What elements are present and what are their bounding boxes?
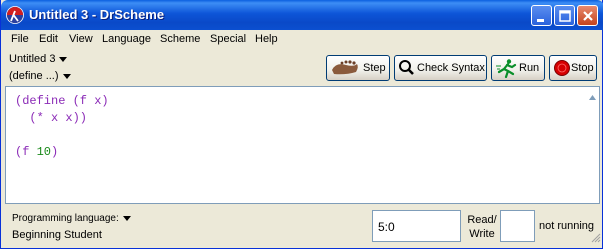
status-bar: Programming language: Beginning Student … (1, 206, 603, 249)
menu-special[interactable]: Special (210, 33, 246, 45)
footprint-icon (330, 58, 360, 81)
dropdown-arrow-icon (122, 215, 131, 221)
stop-button[interactable]: Stop (549, 55, 597, 81)
drscheme-window: Untitled 3 - DrScheme File Edit View Lan… (0, 0, 603, 249)
maximize-icon (559, 10, 571, 22)
menu-edit[interactable]: Edit (39, 33, 58, 45)
file-name-menu[interactable]: Untitled 3 (9, 53, 68, 65)
code-line-1: (define (f x) (15, 94, 109, 108)
menu-scheme[interactable]: Scheme (160, 33, 200, 45)
resize-grip-icon[interactable] (590, 232, 601, 246)
window-title: Untitled 3 - DrScheme (29, 7, 165, 22)
language-value: Beginning Student (12, 229, 102, 241)
language-selector[interactable]: Programming language: (12, 213, 131, 224)
code-line-2: (* x x)) (15, 111, 88, 125)
minimize-icon (537, 19, 544, 22)
close-icon (583, 11, 593, 21)
read-write-indicator: Read/ Write (467, 213, 497, 241)
definitions-editor[interactable]: (define (f x) (* x x)) (f 10) (5, 86, 600, 204)
step-label: Step (363, 62, 386, 74)
stop-label: Stop (571, 62, 594, 74)
write-label: Write (469, 228, 495, 240)
define-menu-label: (define ...) (9, 70, 59, 82)
menu-view[interactable]: View (69, 33, 93, 45)
running-man-icon (495, 58, 517, 81)
cursor-position: 5:0 (378, 220, 395, 234)
step-button[interactable]: Step (326, 55, 390, 81)
code-line-4: (f 10) (15, 145, 59, 159)
menu-file[interactable]: File (11, 33, 29, 45)
minimize-button[interactable] (531, 5, 552, 26)
close-button[interactable] (577, 5, 598, 26)
language-label: Programming language: (12, 213, 119, 224)
stop-sign-icon (553, 58, 571, 81)
run-state: not running (539, 220, 595, 232)
code-area[interactable]: (define (f x) (* x x)) (f 10) (15, 93, 109, 161)
menu-language[interactable]: Language (102, 33, 151, 45)
title-bar[interactable]: Untitled 3 - DrScheme (1, 0, 603, 30)
define-menu[interactable]: (define ...) (9, 70, 71, 82)
menu-help[interactable]: Help (255, 33, 278, 45)
run-label: Run (519, 62, 540, 74)
maximize-button[interactable] (554, 5, 575, 26)
file-name-label: Untitled 3 (9, 53, 56, 65)
cursor-position-box: 5:0 (372, 210, 461, 242)
scroll-up-icon[interactable] (588, 93, 597, 102)
menu-bar: File Edit View Language Scheme Special H… (5, 30, 599, 50)
read-label: Read/ (467, 214, 497, 226)
check-syntax-button[interactable]: Check Syntax (394, 55, 487, 81)
check-syntax-label: Check Syntax (417, 62, 485, 74)
drscheme-lambda-icon (6, 6, 24, 24)
dropdown-arrow-icon (62, 73, 71, 79)
run-button[interactable]: Run (491, 55, 545, 81)
magnifier-icon (398, 58, 416, 81)
activity-box (500, 210, 535, 242)
dropdown-arrow-icon (59, 56, 68, 62)
